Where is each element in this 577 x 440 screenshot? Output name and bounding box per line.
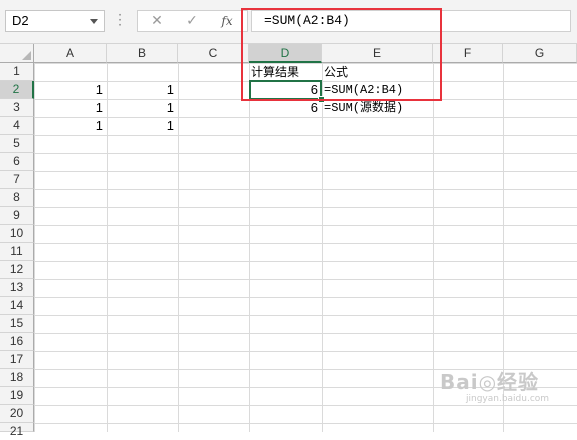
cell-d3[interactable]: 6 (249, 99, 322, 117)
watermark-logo: Bai◎经验 jingyan.baidu.com (440, 366, 560, 416)
column-header-b[interactable]: B (107, 44, 178, 63)
watermark-url: jingyan.baidu.com (466, 394, 550, 404)
cell-d2[interactable]: 6 (249, 81, 322, 99)
insert-function-icon[interactable]: fx (210, 11, 244, 31)
column-header-f[interactable]: F (433, 44, 503, 63)
cancel-icon[interactable]: ✕ (140, 11, 174, 31)
row-header-20[interactable]: 20 (0, 405, 34, 423)
row-header-6[interactable]: 6 (0, 153, 34, 171)
cell-b2[interactable]: 1 (107, 81, 178, 99)
row-header-2[interactable]: 2 (0, 81, 34, 99)
row-header-10[interactable]: 10 (0, 225, 34, 243)
column-divider (178, 63, 179, 432)
row-header-16[interactable]: 16 (0, 333, 34, 351)
column-divider (433, 63, 434, 432)
cell-a4[interactable]: 1 (34, 117, 107, 135)
column-divider (249, 63, 250, 432)
row-header-14[interactable]: 14 (0, 297, 34, 315)
cell-e1[interactable]: 公式 (322, 63, 433, 81)
cell-d1[interactable]: 计算结果 (249, 63, 322, 81)
more-options-icon[interactable]: · · · (118, 9, 122, 31)
row-header-8[interactable]: 8 (0, 189, 34, 207)
fill-handle[interactable] (318, 96, 325, 103)
row-header-7[interactable]: 7 (0, 171, 34, 189)
row-header-1[interactable]: 1 (0, 63, 34, 81)
row-header-18[interactable]: 18 (0, 369, 34, 387)
cell-e3[interactable]: =SUM(源数据) (322, 99, 433, 117)
column-header-d[interactable]: D (249, 44, 322, 63)
row-header-4[interactable]: 4 (0, 117, 34, 135)
row-header-9[interactable]: 9 (0, 207, 34, 225)
row-header-3[interactable]: 3 (0, 99, 34, 117)
row-header-19[interactable]: 19 (0, 387, 34, 405)
row-header-11[interactable]: 11 (0, 243, 34, 261)
cell-a2[interactable]: 1 (34, 81, 107, 99)
select-all-button[interactable] (0, 44, 34, 63)
row-header-13[interactable]: 13 (0, 279, 34, 297)
row-header-21[interactable]: 21 (0, 423, 34, 438)
formula-bar: D2 · · · ✕ ✓ fx =SUM(A2:B4) (0, 0, 577, 44)
name-box-value: D2 (12, 13, 29, 28)
row-header-15[interactable]: 15 (0, 315, 34, 333)
formula-input[interactable]: =SUM(A2:B4) (251, 10, 571, 32)
chevron-down-icon[interactable] (90, 19, 98, 24)
row-header-12[interactable]: 12 (0, 261, 34, 279)
cell-e2[interactable]: =SUM(A2:B4) (322, 81, 433, 99)
formula-buttons: ✕ ✓ fx (137, 10, 248, 32)
column-divider (322, 63, 323, 432)
cell-a3[interactable]: 1 (34, 99, 107, 117)
column-header-a[interactable]: A (34, 44, 107, 63)
cell-b3[interactable]: 1 (107, 99, 178, 117)
cell-b4[interactable]: 1 (107, 117, 178, 135)
row-header-5[interactable]: 5 (0, 135, 34, 153)
row-header-17[interactable]: 17 (0, 351, 34, 369)
name-box[interactable]: D2 (5, 10, 105, 32)
enter-icon[interactable]: ✓ (175, 11, 209, 31)
column-header-c[interactable]: C (178, 44, 249, 63)
column-header-e[interactable]: E (322, 44, 433, 63)
column-header-g[interactable]: G (503, 44, 577, 63)
watermark-brand: Bai◎经验 (440, 370, 540, 394)
